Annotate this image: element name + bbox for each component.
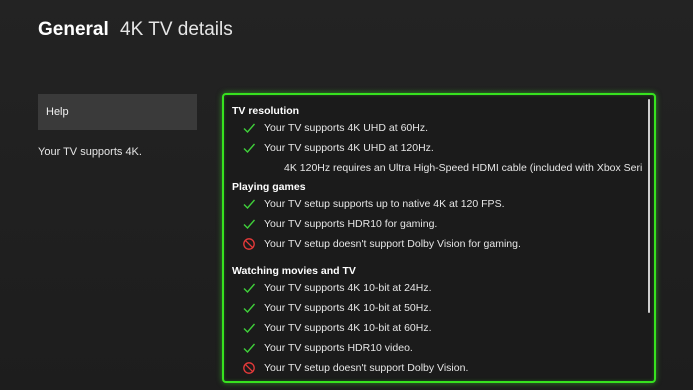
detail-text: Your TV supports 4K 10-bit at 60Hz.: [264, 322, 432, 334]
check-icon: [242, 321, 256, 335]
detail-row: Your TV setup doesn't support Dolby Visi…: [242, 360, 468, 376]
tv-summary-text: Your TV supports 4K.: [38, 146, 142, 158]
detail-row: Your TV supports 4K 10-bit at 60Hz.: [242, 320, 432, 336]
page-title: 4K TV details: [120, 19, 233, 40]
detail-text: Your TV supports 4K UHD at 60Hz.: [264, 122, 428, 134]
detail-note: 4K 120Hz requires an Ultra High-Speed HD…: [284, 160, 642, 176]
section-title: General: [38, 19, 109, 40]
check-icon: [242, 281, 256, 295]
check-icon: [242, 301, 256, 315]
detail-text: Your TV supports 4K 10-bit at 24Hz.: [264, 282, 432, 294]
heading-watching-movies: Watching movies and TV: [232, 265, 356, 277]
check-icon: [242, 121, 256, 135]
heading-playing-games: Playing games: [232, 181, 306, 193]
detail-row: Your TV setup doesn't support Dolby Visi…: [242, 236, 521, 252]
details-content: TV resolution Your TV supports 4K UHD at…: [232, 95, 642, 381]
detail-row: Your TV supports 4K UHD at 60Hz.: [242, 120, 428, 136]
detail-text: Your TV supports 4K UHD at 120Hz.: [264, 142, 434, 154]
blocked-icon: [242, 361, 256, 375]
detail-text: Your TV supports 4K 10-bit at 50Hz.: [264, 302, 432, 314]
detail-row: Your TV supports 4K UHD at 120Hz.: [242, 140, 434, 156]
heading-tv-resolution: TV resolution: [232, 105, 300, 117]
check-icon: [242, 341, 256, 355]
page-header: General 4K TV details: [38, 19, 233, 41]
blocked-icon: [242, 237, 256, 251]
detail-row: Your TV supports HDR10 for gaming.: [242, 216, 437, 232]
detail-text: Your TV setup supports up to native 4K a…: [264, 198, 505, 210]
help-button-label: Help: [46, 106, 69, 118]
detail-text: Your TV setup doesn't support Dolby Visi…: [264, 238, 521, 250]
check-icon: [242, 217, 256, 231]
detail-note-text: 4K 120Hz requires an Ultra High-Speed HD…: [284, 162, 642, 174]
detail-text: Your TV supports HDR10 video.: [264, 342, 413, 354]
check-icon: [242, 197, 256, 211]
detail-row: Your TV supports HDR10 video.: [242, 340, 413, 356]
detail-text: Your TV supports HDR10 for gaming.: [264, 218, 438, 230]
details-panel[interactable]: TV resolution Your TV supports 4K UHD at…: [222, 93, 656, 383]
detail-row: Your TV setup supports up to native 4K a…: [242, 196, 505, 212]
scrollbar[interactable]: [648, 99, 650, 313]
detail-row: Your TV supports 4K 10-bit at 50Hz.: [242, 300, 432, 316]
detail-row: Your TV supports 4K 10-bit at 24Hz.: [242, 280, 432, 296]
help-button[interactable]: Help: [38, 94, 197, 130]
detail-text: Your TV setup doesn't support Dolby Visi…: [264, 362, 469, 374]
check-icon: [242, 141, 256, 155]
